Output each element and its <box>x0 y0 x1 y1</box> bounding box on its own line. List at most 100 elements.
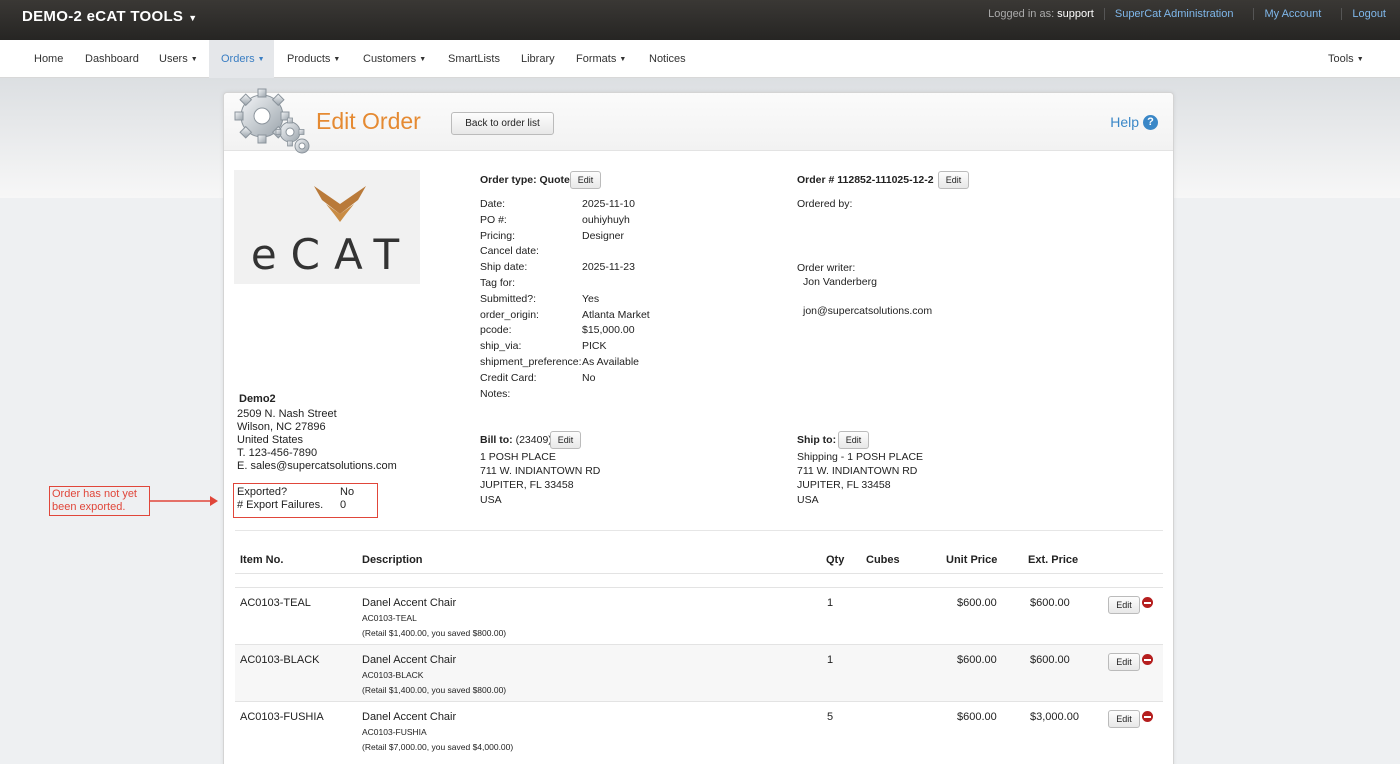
item-ext-price: $3,000.00 <box>1030 711 1079 723</box>
my-account-link[interactable]: My Account <box>1253 8 1331 20</box>
edit-item-button[interactable]: Edit <box>1108 653 1140 671</box>
delete-item-icon[interactable] <box>1142 711 1153 722</box>
delete-item-icon[interactable] <box>1142 654 1153 665</box>
caret-down-icon: ▼ <box>333 56 341 63</box>
caret-down-icon: ▼ <box>257 56 265 63</box>
table-row: AC0103-FUSHIA Danel Accent Chair AC0103-FU… <box>235 701 1163 758</box>
order-field-label: Date: <box>480 198 506 210</box>
annotation-callout: Order has not yet been exported. <box>49 486 150 516</box>
order-field-value: PICK <box>582 340 607 353</box>
order-field-label: Pricing: <box>480 229 516 242</box>
item-description: Danel Accent Chair <box>362 654 457 666</box>
nav-products[interactable]: Products ▼ <box>275 40 352 78</box>
edit-bill-to-button[interactable]: Edit <box>550 431 581 449</box>
item-ext-price: $600.00 <box>1030 654 1070 666</box>
back-to-order-list-button[interactable]: Back to order list <box>451 112 554 135</box>
username: support <box>1057 8 1094 20</box>
item-sku: AC0103-FUSHIA <box>362 727 427 737</box>
bill-to-heading: Bill to: (23409) <box>480 434 552 446</box>
item-retail-note: (Retail $1,400.00, you saved $800.00) <box>362 685 507 695</box>
item-sku: AC0103-BLACK <box>362 670 424 680</box>
company-name: Demo2 <box>239 393 276 405</box>
order-writer-email: jon@supercatsolutions.com <box>803 305 933 317</box>
order-writer-name: Jon Vanderberg <box>803 276 877 288</box>
help-icon: ? <box>1143 114 1158 130</box>
top-bar: DEMO-2 eCAT TOOLS ▼ Logged in as: support… <box>0 0 1400 40</box>
edit-item-button[interactable]: Edit <box>1108 710 1140 728</box>
table-row: AC0103-BLACK Danel Accent Chair AC0103-BLA… <box>235 644 1163 701</box>
item-ext-price: $600.00 <box>1030 597 1070 609</box>
company-phone: T. 123-456-7890 <box>237 447 318 459</box>
account-links: Logged in as: support SuperCat Administr… <box>988 8 1386 20</box>
order-field-value: No <box>582 371 596 384</box>
nav-home-label: Home <box>34 53 64 65</box>
exported-label: Exported? <box>237 486 288 498</box>
nav-formats[interactable]: Formats ▼ <box>564 40 638 78</box>
delete-item-icon[interactable] <box>1142 597 1153 608</box>
nav-home[interactable]: Home <box>22 40 75 78</box>
company-country: United States <box>237 434 304 446</box>
caret-down-icon: ▼ <box>1356 56 1364 63</box>
item-retail-note: (Retail $1,400.00, you saved $800.00) <box>362 628 507 638</box>
export-failures-label: # Export Failures. <box>237 499 324 511</box>
main-nav: Home Dashboard Users ▼ Orders ▼ Products ▼ … <box>0 40 1400 78</box>
order-field-value: 2025-11-23 <box>582 261 635 274</box>
order-field-value: ouhiyhuyh <box>582 213 630 226</box>
nav-products-label: Products <box>287 53 331 65</box>
supercat-admin-link[interactable]: SuperCat Administration <box>1103 8 1244 20</box>
item-number: AC0103-FUSHIA <box>240 711 324 723</box>
order-field-value: 2025-11-10 <box>582 198 635 210</box>
export-failures-value: 0 <box>340 499 347 511</box>
nav-notices-label: Notices <box>649 53 686 65</box>
nav-tools[interactable]: Tools ▼ <box>1316 40 1376 78</box>
item-unit-price: $600.00 <box>957 597 997 609</box>
nav-smartlists[interactable]: SmartLists <box>436 40 512 78</box>
col-description: Description <box>362 554 423 566</box>
edit-order-type-button[interactable]: Edit <box>570 171 601 189</box>
caret-down-icon: ▼ <box>619 56 627 63</box>
nav-users[interactable]: Users ▼ <box>147 40 210 78</box>
item-sku: AC0103-TEAL <box>362 613 417 623</box>
gears-icon <box>234 88 310 154</box>
nav-smartlists-label: SmartLists <box>448 53 500 65</box>
nav-orders-label: Orders <box>221 53 255 65</box>
col-qty: Qty <box>826 554 845 566</box>
edit-item-button[interactable]: Edit <box>1108 596 1140 614</box>
order-field-label: Credit Card: <box>480 371 537 384</box>
bill-to-line-2: 711 W. INDIANTOWN RD <box>480 465 601 477</box>
panel-header: Edit Order Back to order list Help ? <box>224 88 1173 154</box>
order-field-label: shipment_preference: <box>480 356 582 368</box>
edit-order-number-button[interactable]: Edit <box>938 171 969 189</box>
company-address-2: Wilson, NC 27896 <box>237 421 326 433</box>
caret-down-icon: ▼ <box>190 56 198 63</box>
company-logo: eCAT <box>234 170 420 284</box>
app-brand-menu[interactable]: DEMO-2 eCAT TOOLS ▼ <box>22 8 197 25</box>
nav-orders[interactable]: Orders ▼ <box>209 40 274 78</box>
nav-customers-label: Customers <box>363 53 417 65</box>
col-item-no: Item No. <box>240 554 284 566</box>
item-qty: 5 <box>827 711 834 723</box>
nav-users-label: Users <box>159 53 188 65</box>
bill-to-label: Bill to: <box>480 434 513 446</box>
wings-logo-icon <box>314 186 366 222</box>
logout-link[interactable]: Logout <box>1341 8 1386 20</box>
order-field-value: Yes <box>582 292 600 305</box>
order-field-label: order_origin: <box>480 308 539 321</box>
order-field-label: Cancel date: <box>480 245 539 258</box>
help-link[interactable]: Help ? <box>1110 114 1158 130</box>
nav-customers[interactable]: Customers ▼ <box>351 40 438 78</box>
order-field-value: As Available <box>582 356 640 368</box>
order-writer-label: Order writer: <box>797 262 856 274</box>
ship-to-line-1: Shipping - 1 POSH PLACE <box>797 451 924 463</box>
edit-ship-to-button[interactable]: Edit <box>838 431 869 449</box>
nav-library[interactable]: Library <box>509 40 567 78</box>
bill-to-line-4: USA <box>480 494 502 506</box>
nav-notices[interactable]: Notices <box>637 40 698 78</box>
logged-in-label: Logged in as: <box>988 8 1055 20</box>
col-ext-price: Ext. Price <box>1028 554 1079 566</box>
nav-dashboard[interactable]: Dashboard <box>73 40 151 78</box>
order-field-label: ship_via: <box>480 340 522 353</box>
page-title: Edit Order <box>316 108 421 134</box>
annotation-arrow-icon <box>150 496 218 506</box>
item-number: AC0103-BLACK <box>240 654 320 666</box>
